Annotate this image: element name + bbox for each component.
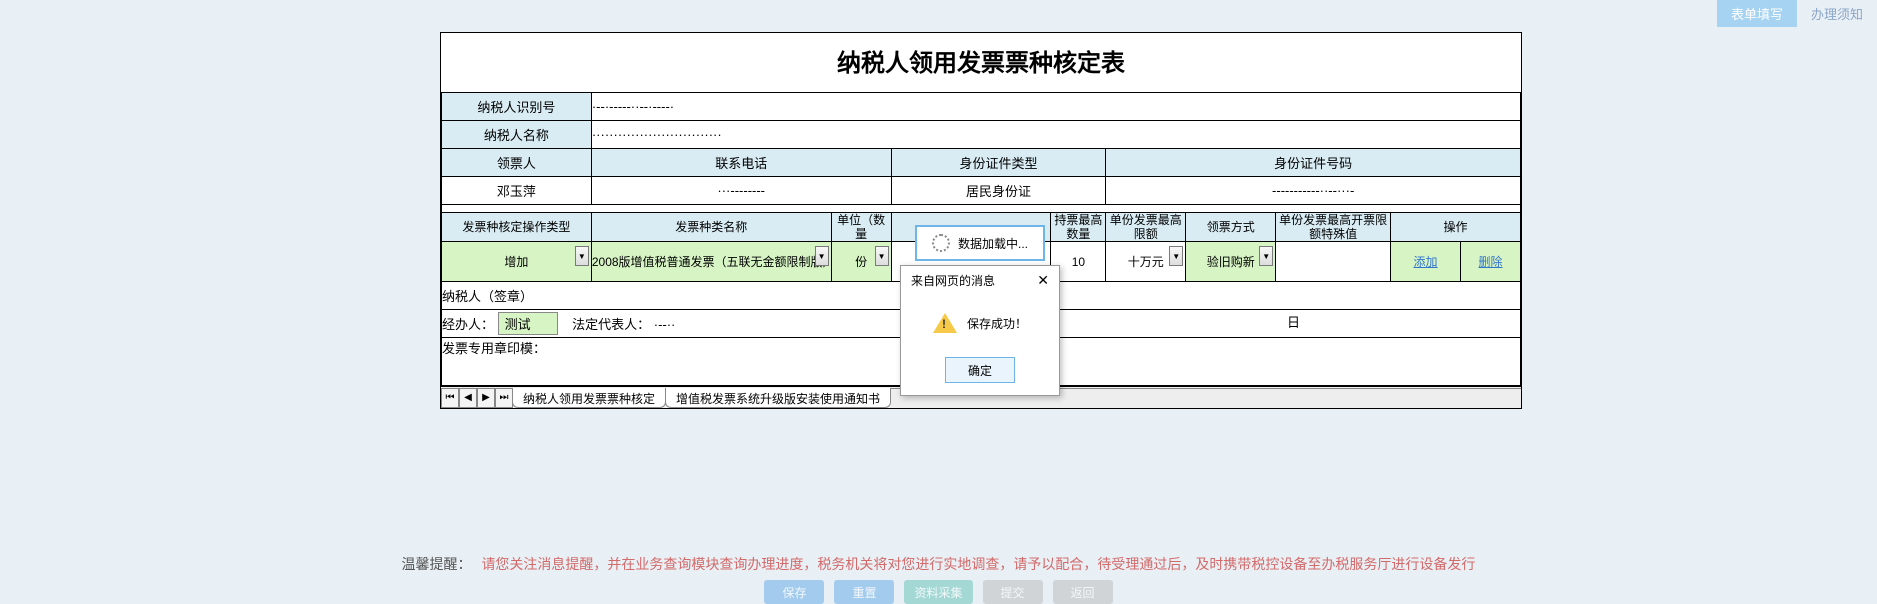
action-add[interactable]: 添加 xyxy=(1391,242,1461,282)
label-taxpayer-id: 纳税人识别号 xyxy=(442,93,592,121)
handler-input[interactable]: 测试 xyxy=(498,312,558,335)
value-idtype: 居民身份证 xyxy=(891,177,1106,205)
label-taxpayer-name: 纳税人名称 xyxy=(442,121,592,149)
warm-hint: 温馨提醒： 请您关注消息提醒，并在业务查询模块查询办理进度，税务机关将对您进行实… xyxy=(0,554,1877,574)
hint-label: 温馨提醒： xyxy=(402,556,472,572)
value-taxpayer-name: ······························ xyxy=(591,121,1520,149)
date-suffix: 日 xyxy=(1287,312,1520,331)
spinner-icon xyxy=(932,234,950,252)
gh-action: 操作 xyxy=(1391,213,1521,242)
gh-max: 持票最高数量 xyxy=(1051,213,1106,242)
close-icon[interactable]: ✕ xyxy=(1037,272,1049,289)
loading-text: 数据加载中... xyxy=(958,235,1028,252)
col-phone: 联系电话 xyxy=(591,149,891,177)
tab-form-fill[interactable]: 表单填写 xyxy=(1717,0,1797,27)
chevron-down-icon[interactable]: ▼ xyxy=(575,246,589,266)
ok-button[interactable]: 确定 xyxy=(945,357,1015,383)
submit-button[interactable]: 提交 xyxy=(983,580,1043,604)
col-idtype: 身份证件类型 xyxy=(891,149,1106,177)
cell-special[interactable] xyxy=(1276,242,1391,282)
dialog-body-text: 保存成功！ xyxy=(967,315,1027,332)
col-idno: 身份证件号码 xyxy=(1106,149,1521,177)
hint-text: 请您关注消息提醒，并在业务查询模块查询办理进度，税务机关将对您进行实地调查，请予… xyxy=(481,556,1475,572)
value-idno: -----------··--···- xyxy=(1106,177,1521,205)
col-receiver: 领票人 xyxy=(442,149,592,177)
dialog-title: 来自网页的消息 xyxy=(911,272,995,289)
tab-handling-notice[interactable]: 办理须知 xyxy=(1797,0,1877,27)
gh-kind: 发票种类名称 xyxy=(591,213,831,242)
value-phone: ···-------- xyxy=(591,177,891,205)
sheet-tab-approval[interactable]: 纳税人领用发票票种核定 xyxy=(512,388,666,408)
sheet-nav-prev[interactable]: ◀ xyxy=(459,388,477,408)
reset-button[interactable]: 重置 xyxy=(834,580,894,604)
value-taxpayer-id: ·--·-----··--·----· xyxy=(591,93,1520,121)
chevron-down-icon[interactable]: ▼ xyxy=(1259,246,1273,266)
chevron-down-icon[interactable]: ▼ xyxy=(815,246,829,266)
cell-method[interactable]: 验旧购新▼ xyxy=(1186,242,1276,282)
loading-indicator: 数据加载中... xyxy=(915,225,1045,261)
sheet-nav-next[interactable]: ▶ xyxy=(477,388,495,408)
sheet-nav-first[interactable]: ⏮ xyxy=(441,388,459,408)
back-button[interactable]: 返回 xyxy=(1053,580,1113,604)
legal-label: 法定代表人： xyxy=(572,317,650,332)
value-receiver: 邓玉萍 xyxy=(442,177,592,205)
warning-icon xyxy=(933,313,957,333)
save-button[interactable]: 保存 xyxy=(764,580,824,604)
chevron-down-icon[interactable]: ▼ xyxy=(1169,246,1183,266)
cell-kind[interactable]: 2008版增值税普通发票（五联无金额限制版）▼ xyxy=(591,242,831,282)
sheet-tab-notice[interactable]: 增值税发票系统升级版安装使用通知书 xyxy=(665,388,891,408)
gh-method: 领票方式 xyxy=(1186,213,1276,242)
action-delete[interactable]: 删除 xyxy=(1461,242,1521,282)
gh-limit: 单份发票最高限额 xyxy=(1106,213,1186,242)
cell-op[interactable]: 增加▼ xyxy=(442,242,592,282)
chevron-down-icon[interactable]: ▼ xyxy=(875,246,889,266)
cell-unit[interactable]: 份▼ xyxy=(831,242,891,282)
sheet-nav-last[interactable]: ⏭ xyxy=(495,388,513,408)
cell-limit[interactable]: 十万元▼ xyxy=(1106,242,1186,282)
legal-value: ·--·· xyxy=(654,317,676,332)
message-dialog: 来自网页的消息 ✕ 保存成功！ 确定 xyxy=(900,265,1060,396)
gh-unit: 单位（数量 xyxy=(831,213,891,242)
page-title: 纳税人领用发票票种核定表 xyxy=(441,33,1521,92)
gh-op: 发票种核定操作类型 xyxy=(442,213,592,242)
gh-special: 单份发票最高开票限额特殊值 xyxy=(1276,213,1391,242)
preview-button[interactable]: 资料采集 xyxy=(904,580,972,604)
handler-label: 经办人： xyxy=(442,317,494,332)
